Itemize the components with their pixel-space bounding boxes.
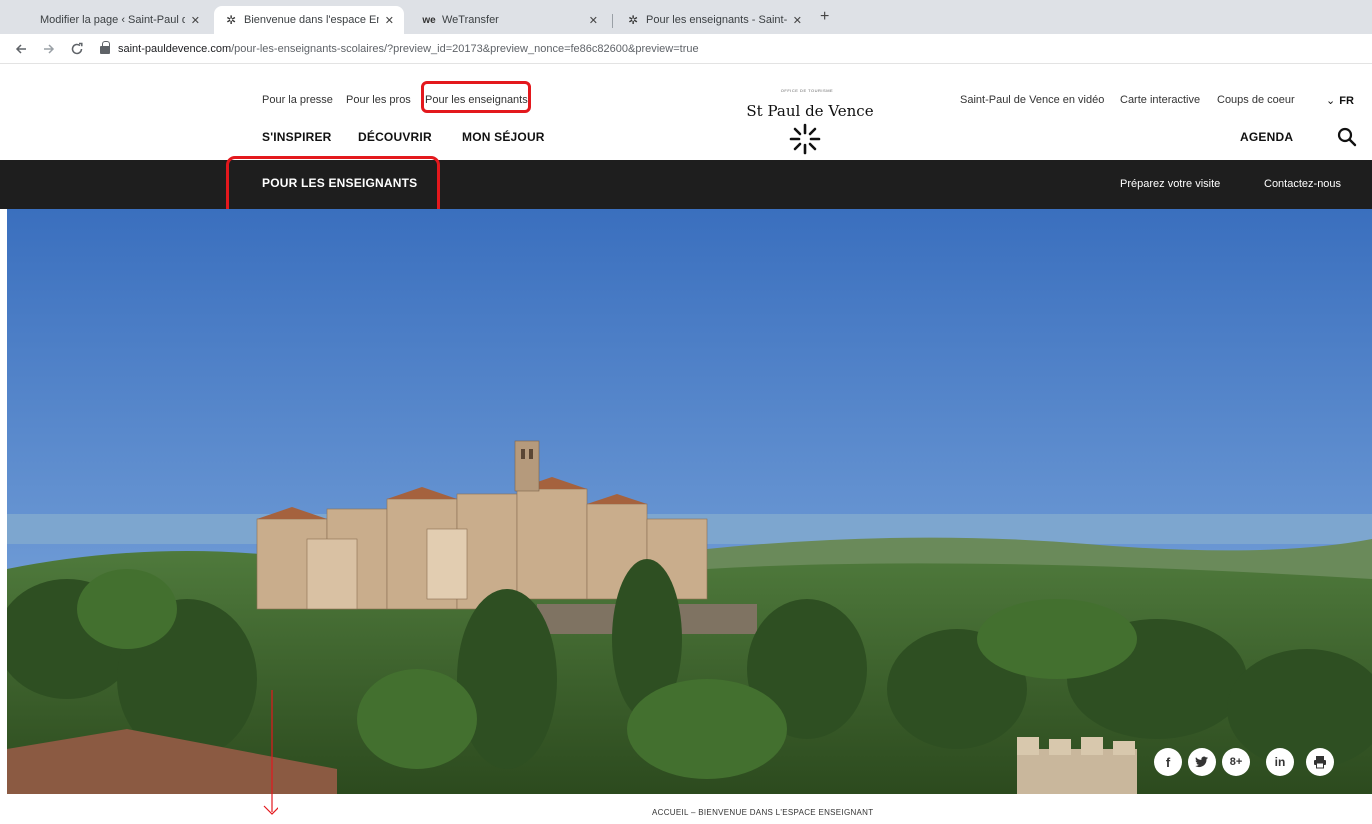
wetransfer-icon: we bbox=[422, 14, 436, 26]
nav-mon-sejour[interactable]: MON SÉJOUR bbox=[462, 130, 545, 144]
section-title[interactable]: POUR LES ENSEIGNANTS bbox=[262, 176, 417, 190]
search-icon[interactable] bbox=[1336, 126, 1358, 148]
language-label: FR bbox=[1339, 95, 1354, 107]
new-tab-button[interactable]: + bbox=[820, 8, 829, 26]
chevron-down-icon: ⌄ bbox=[1326, 95, 1336, 107]
print-icon[interactable] bbox=[1306, 748, 1334, 776]
logo-tagline: OFFICE DE TOURISME bbox=[780, 88, 834, 93]
browser-tab-wetransfer[interactable]: we WeTransfer ✕ bbox=[412, 6, 608, 34]
annotation-arrow bbox=[263, 690, 278, 815]
nav-link-carte[interactable]: Carte interactive bbox=[1120, 94, 1200, 106]
linkedin-icon[interactable]: in bbox=[1266, 748, 1294, 776]
sun-icon: ✲ bbox=[225, 13, 237, 27]
nav-link-presse[interactable]: Pour la presse bbox=[262, 94, 333, 106]
browser-tab-bienvenue[interactable]: ✲ Bienvenue dans l'espace Enseign ✕ bbox=[214, 6, 404, 34]
tab-title: Pour les enseignants - Saint-Paul bbox=[646, 14, 787, 26]
site-header: Pour la presse Pour les pros Pour les en… bbox=[0, 64, 1372, 160]
browser-address-bar: saint-pauldevence.com/pour-les-enseignan… bbox=[0, 34, 1372, 64]
nav-inspirer[interactable]: S'INSPIRER bbox=[262, 130, 332, 144]
reload-icon[interactable] bbox=[70, 42, 84, 56]
browser-tab-enseignants[interactable]: ✲ Pour les enseignants - Saint-Paul ✕ bbox=[616, 6, 812, 34]
twitter-icon[interactable] bbox=[1188, 748, 1216, 776]
url-domain: saint-pauldevence.com bbox=[118, 43, 232, 55]
nav-link-enseignants[interactable]: Pour les enseignants bbox=[425, 94, 528, 106]
village-landscape-illustration bbox=[7, 209, 1372, 794]
sun-icon: ✲ bbox=[627, 13, 639, 27]
nav-link-pros[interactable]: Pour les pros bbox=[346, 94, 411, 106]
nav-agenda[interactable]: AGENDA bbox=[1240, 130, 1293, 144]
browser-tab-bar: Modifier la page ‹ Saint-Paul de \ ✕ ✲ B… bbox=[0, 0, 1372, 34]
close-icon[interactable]: ✕ bbox=[589, 14, 598, 27]
facebook-icon[interactable]: f bbox=[1154, 748, 1182, 776]
link-preparez-visite[interactable]: Préparez votre visite bbox=[1120, 178, 1220, 190]
section-bar: POUR LES ENSEIGNANTS Préparez votre visi… bbox=[0, 160, 1372, 209]
url-path: /pour-les-enseignants-scolaires/?preview… bbox=[231, 43, 699, 55]
hero-image bbox=[7, 209, 1372, 794]
breadcrumb[interactable]: ACCUEIL – BIENVENUE DANS L'ESPACE ENSEIG… bbox=[652, 808, 873, 817]
tab-title: WeTransfer bbox=[442, 14, 499, 26]
close-icon[interactable]: ✕ bbox=[385, 14, 394, 27]
tab-title: Modifier la page ‹ Saint-Paul de \ bbox=[40, 14, 185, 26]
lock-icon bbox=[100, 41, 110, 54]
close-icon[interactable]: ✕ bbox=[793, 14, 802, 27]
language-selector[interactable]: ⌄ FR bbox=[1326, 94, 1354, 107]
link-contactez-nous[interactable]: Contactez-nous bbox=[1264, 178, 1341, 190]
tab-separator bbox=[612, 14, 613, 28]
google-plus-icon[interactable]: 8+ bbox=[1222, 748, 1250, 776]
logo-name[interactable]: St Paul de Vence bbox=[730, 102, 890, 120]
browser-tab-modifier[interactable]: Modifier la page ‹ Saint-Paul de \ ✕ bbox=[30, 6, 210, 34]
tab-title: Bienvenue dans l'espace Enseign bbox=[244, 14, 379, 26]
nav-link-video[interactable]: Saint-Paul de Vence en vidéo bbox=[960, 94, 1104, 106]
sun-logo-icon[interactable] bbox=[788, 122, 822, 156]
back-arrow-icon[interactable] bbox=[14, 42, 28, 56]
nav-decouvrir[interactable]: DÉCOUVRIR bbox=[358, 130, 432, 144]
forward-arrow-icon[interactable] bbox=[42, 42, 56, 56]
nav-link-coups-de-coeur[interactable]: Coups de coeur bbox=[1217, 94, 1295, 106]
twitter-bird-icon bbox=[1195, 756, 1208, 768]
printer-icon bbox=[1314, 756, 1326, 769]
url-input[interactable]: saint-pauldevence.com/pour-les-enseignan… bbox=[100, 38, 1360, 60]
close-icon[interactable]: ✕ bbox=[191, 14, 200, 27]
